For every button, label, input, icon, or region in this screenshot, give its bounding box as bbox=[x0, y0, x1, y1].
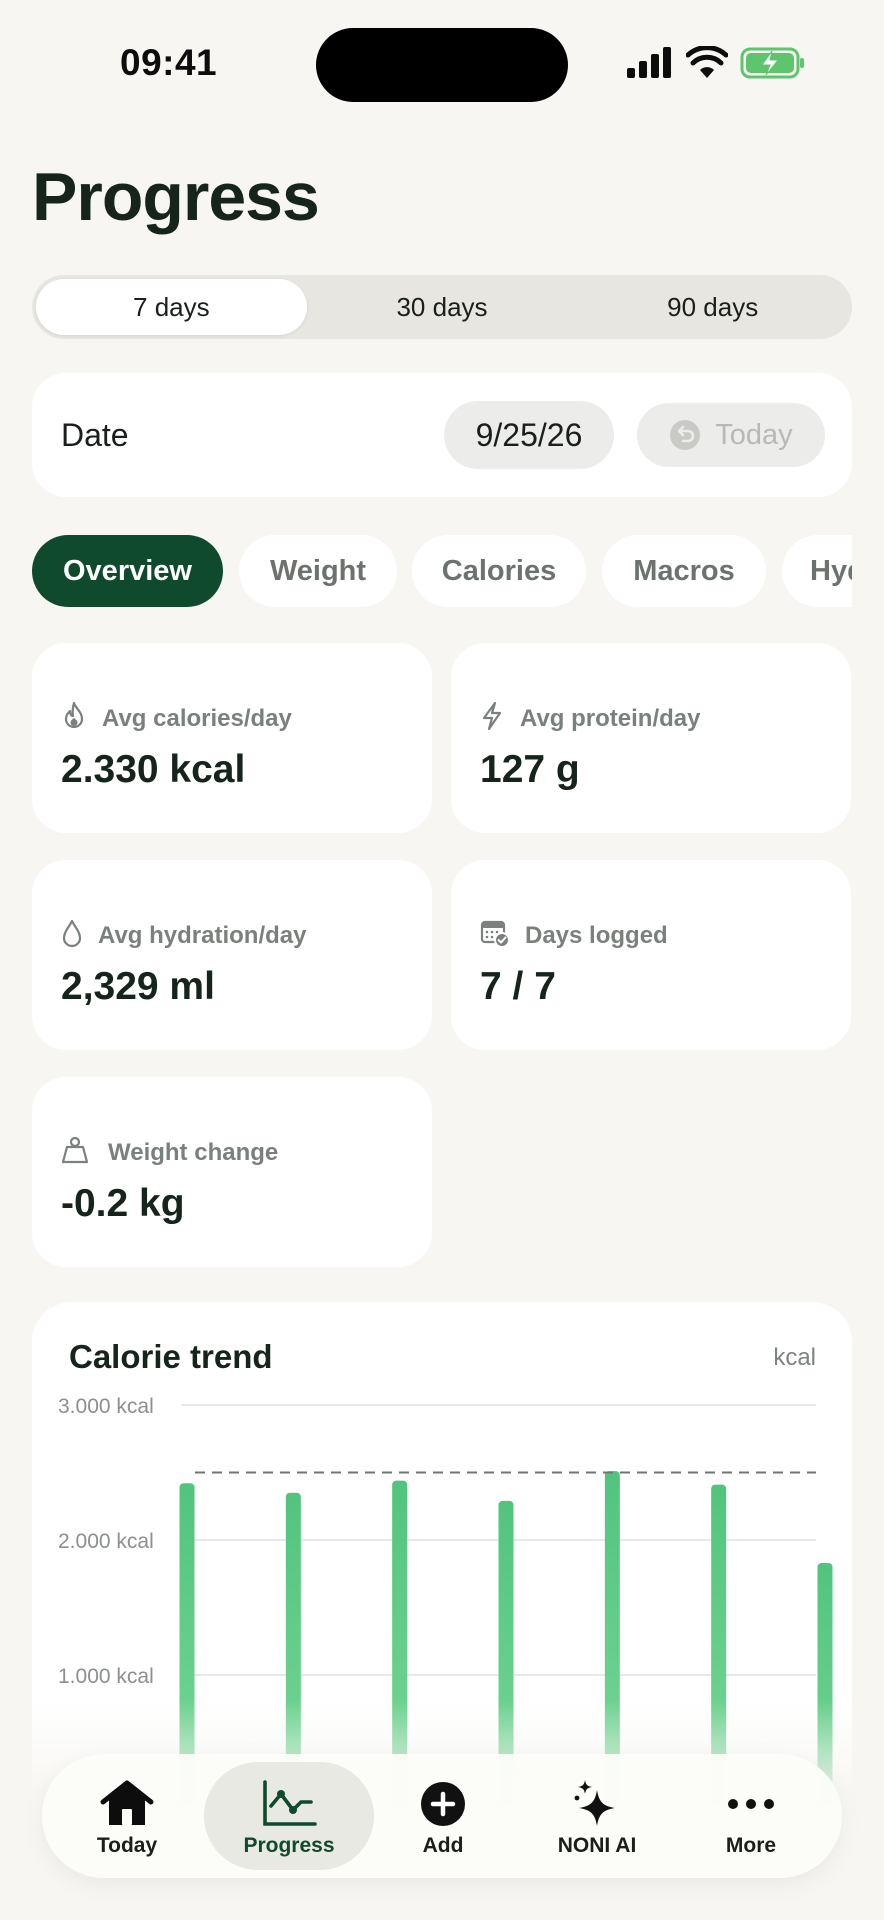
stat-label: Days logged bbox=[525, 922, 668, 949]
tab-macros[interactable]: Macros bbox=[602, 535, 766, 607]
tab-calories[interactable]: Calories bbox=[412, 535, 586, 607]
stat-value: -0.2 kg bbox=[61, 1182, 185, 1225]
stat-label: Avg calories/day bbox=[102, 705, 292, 732]
bolt-icon bbox=[482, 701, 502, 731]
stat-label: Weight change bbox=[108, 1139, 279, 1166]
home-icon bbox=[100, 1780, 154, 1825]
status-bar: 09:41 bbox=[0, 0, 884, 130]
bottom-navigation: Today Progress Add NONI AI More bbox=[42, 1754, 842, 1878]
nav-more[interactable]: More bbox=[666, 1762, 836, 1870]
stat-card-protein: Avg protein/day 127 g bbox=[451, 643, 851, 833]
undo-arrow-icon bbox=[670, 420, 701, 450]
y-tick-label: 1.000 kcal bbox=[58, 1665, 154, 1688]
today-button[interactable]: Today bbox=[637, 403, 825, 467]
tab-hydration[interactable]: Hydration bbox=[782, 535, 852, 607]
nav-add[interactable]: Add bbox=[358, 1762, 528, 1870]
range-7-days[interactable]: 7 days bbox=[36, 279, 307, 335]
date-picker-button[interactable]: 9/25/26 bbox=[444, 401, 614, 469]
range-30-days[interactable]: 30 days bbox=[307, 279, 578, 335]
droplet-icon bbox=[62, 919, 82, 948]
stat-label: Avg protein/day bbox=[520, 705, 701, 732]
sparkles-icon bbox=[574, 1780, 615, 1826]
cellular-signal-icon bbox=[627, 47, 671, 78]
nav-noni-ai[interactable]: NONI AI bbox=[512, 1762, 682, 1870]
weight-icon bbox=[61, 1136, 89, 1164]
range-segmented-control: 7 days 30 days 90 days bbox=[32, 275, 852, 339]
range-90-days[interactable]: 90 days bbox=[577, 279, 848, 335]
y-tick-label: 3.000 kcal bbox=[58, 1395, 154, 1418]
wifi-icon bbox=[686, 46, 728, 78]
dynamic-island bbox=[316, 28, 568, 102]
page-title: Progress bbox=[32, 159, 320, 235]
section-tabs: Overview Weight Calories Macros Hydratio… bbox=[32, 535, 852, 607]
nav-label: Progress bbox=[243, 1834, 335, 1857]
tab-weight[interactable]: Weight bbox=[239, 535, 397, 607]
flame-icon bbox=[64, 701, 84, 729]
tab-overview[interactable]: Overview bbox=[32, 535, 223, 607]
battery-charging-icon bbox=[740, 47, 804, 79]
nav-today[interactable]: Today bbox=[42, 1762, 212, 1870]
nav-label: More bbox=[725, 1834, 777, 1857]
status-icons bbox=[626, 46, 806, 80]
nav-label: Add bbox=[422, 1834, 464, 1857]
nav-progress[interactable]: Progress bbox=[204, 1762, 374, 1870]
chart-line-icon bbox=[263, 1780, 317, 1826]
nav-label: Today bbox=[96, 1834, 158, 1857]
stat-value: 7 / 7 bbox=[480, 965, 556, 1008]
nav-label: NONI AI bbox=[557, 1834, 637, 1857]
date-card: Date 9/25/26 Today bbox=[32, 373, 852, 497]
stat-card-weight-change: Weight change -0.2 kg bbox=[32, 1077, 432, 1267]
stat-card-hydration: Avg hydration/day 2,329 ml bbox=[32, 860, 432, 1050]
y-tick-label: 2.000 kcal bbox=[58, 1530, 154, 1553]
calendar-check-icon bbox=[480, 920, 510, 948]
stat-card-days-logged: Days logged 7 / 7 bbox=[451, 860, 851, 1050]
stat-label: Avg hydration/day bbox=[98, 922, 307, 949]
status-time: 09:41 bbox=[120, 42, 218, 83]
stat-value: 127 g bbox=[480, 748, 580, 791]
plus-circle-icon bbox=[421, 1782, 465, 1826]
more-icon bbox=[728, 1799, 774, 1809]
today-label: Today bbox=[715, 418, 793, 451]
stat-card-calories: Avg calories/day 2.330 kcal bbox=[32, 643, 432, 833]
stat-value: 2,329 ml bbox=[61, 965, 215, 1008]
date-label: Date bbox=[61, 417, 129, 453]
stat-value: 2.330 kcal bbox=[61, 748, 246, 791]
